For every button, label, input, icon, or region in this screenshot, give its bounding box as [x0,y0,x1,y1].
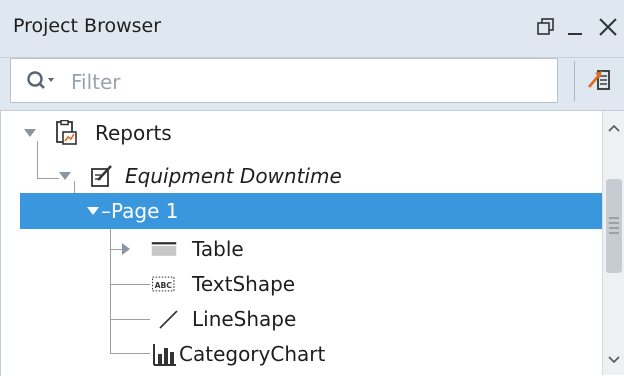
tree-item-lineshape[interactable]: LineShape [1,301,603,337]
collapse-toggle-icon[interactable] [86,205,100,217]
collapse-toggle-icon[interactable] [23,127,37,139]
scroll-down-icon[interactable] [606,351,622,364]
tree-item-label: –Page 1 [101,199,179,223]
tree-item-label: Table [192,237,244,261]
tree-item-label: Equipment Downtime [125,164,342,188]
scroll-thumb[interactable] [606,179,622,273]
text-shape-icon: ABC [151,271,185,297]
close-icon[interactable] [594,12,622,42]
expand-toggle-icon[interactable] [119,243,133,255]
panel-titlebar: Project Browser [0,0,624,58]
search-icon[interactable] [25,69,59,93]
tree-item-textshape[interactable]: ABC TextShape [1,266,603,302]
minimize-icon[interactable] [562,12,590,42]
bar-chart-icon [151,341,177,367]
filter-input[interactable] [69,65,543,99]
reports-folder-icon [53,120,79,146]
tree-item-label: LineShape [192,307,297,331]
panel-toolbar [0,58,624,110]
svg-text:ABC: ABC [155,281,173,290]
tree-item-label: Reports [95,121,172,145]
filter-field[interactable] [10,58,558,103]
report-icon [89,163,115,189]
tree-scrollbar[interactable] [602,111,624,375]
table-icon [151,236,185,262]
collapse-toggle-icon[interactable] [58,170,72,182]
tree-item-table[interactable]: Table [1,231,603,267]
grip-line [609,222,619,224]
tree-item-reports[interactable]: Reports [1,115,603,151]
panel-title: Project Browser [13,15,162,37]
line-shape-icon [155,306,181,332]
grip-line [609,227,619,229]
tree-item-label: CategoryChart [179,342,326,366]
tree-item-page-1[interactable]: –Page 1 [20,193,603,229]
restore-icon[interactable] [532,12,560,42]
scroll-up-icon[interactable] [606,119,622,132]
tree-item-categorychart[interactable]: CategoryChart [1,336,603,372]
project-tree: Reports Equipment Downtime –Page 1 Table… [0,110,624,376]
project-browser-panel: Project Browser Filter Reports Equipment… [0,0,624,376]
tree-item-equipment-downtime[interactable]: Equipment Downtime [1,158,603,194]
tree-item-label: TextShape [192,272,296,296]
grip-line [609,217,619,219]
toolbar-divider [574,61,575,101]
link-with-editor-icon[interactable] [586,63,616,97]
grip-line [609,232,619,234]
